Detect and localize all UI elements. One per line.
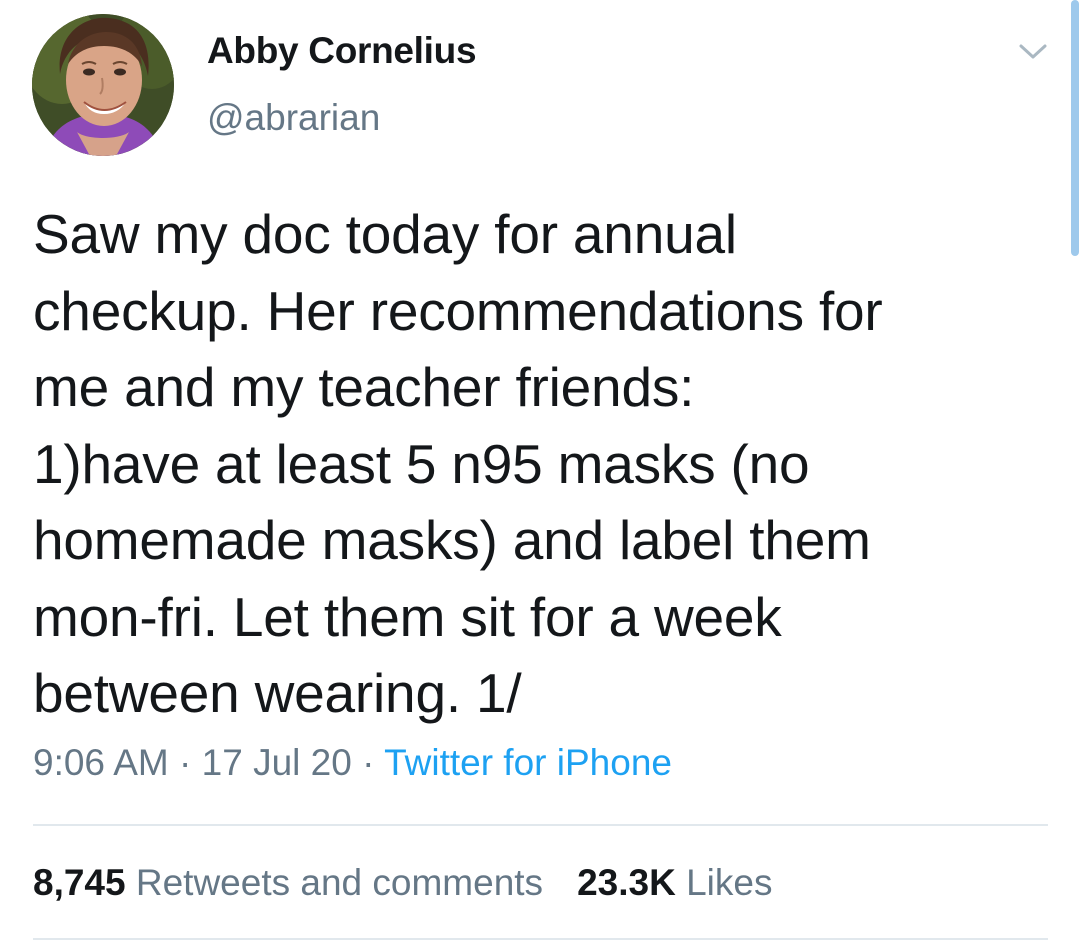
chevron-down-icon bbox=[1019, 44, 1047, 59]
tweet-source-link[interactable]: Twitter for iPhone bbox=[384, 742, 672, 783]
likes-stat[interactable]: 23.3K Likes bbox=[577, 862, 772, 903]
retweets-stat[interactable]: 8,745 Retweets and comments bbox=[33, 862, 543, 903]
tweet-text-line: mon-fri. Let them sit for a week bbox=[33, 585, 782, 648]
divider bbox=[33, 824, 1048, 826]
tweet-text-line: Saw my doc today for annual bbox=[33, 203, 737, 265]
author-display-name[interactable]: Abby Cornelius bbox=[207, 30, 477, 72]
tweet-stats: 8,745 Retweets and comments 23.3K Likes bbox=[33, 862, 772, 904]
tweet-text: Saw my doc today for annual checkup. Her… bbox=[33, 196, 1043, 732]
meta-separator: · bbox=[179, 742, 192, 783]
retweets-count: 8,745 bbox=[33, 862, 126, 903]
divider bbox=[33, 938, 1048, 940]
tweet-metadata: 9:06 AM · 17 Jul 20 · Twitter for iPhone bbox=[33, 742, 672, 784]
author-handle[interactable]: @abrarian bbox=[207, 97, 380, 139]
tweet-text-line: between wearing. 1/ bbox=[33, 662, 522, 724]
scroll-indicator[interactable] bbox=[1071, 0, 1079, 256]
retweets-label: Retweets and comments bbox=[135, 862, 544, 903]
meta-separator: · bbox=[362, 742, 375, 783]
tweet-text-line: me and my teacher friends: bbox=[33, 356, 695, 418]
likes-count: 23.3K bbox=[577, 862, 676, 903]
avatar-photo bbox=[32, 14, 174, 156]
tweet-text-line: checkup. Her recommendations for bbox=[33, 279, 883, 342]
tweet-text-line: homemade masks) and label them bbox=[33, 509, 871, 571]
tweet-time: 9:06 AM bbox=[33, 742, 169, 783]
tweet-text-line: 1)have at least 5 n95 masks (no bbox=[33, 432, 810, 495]
avatar[interactable] bbox=[32, 14, 174, 156]
tweet-menu-button[interactable] bbox=[1015, 40, 1051, 64]
likes-label: Likes bbox=[686, 862, 773, 903]
tweet-date: 17 Jul 20 bbox=[201, 742, 352, 783]
